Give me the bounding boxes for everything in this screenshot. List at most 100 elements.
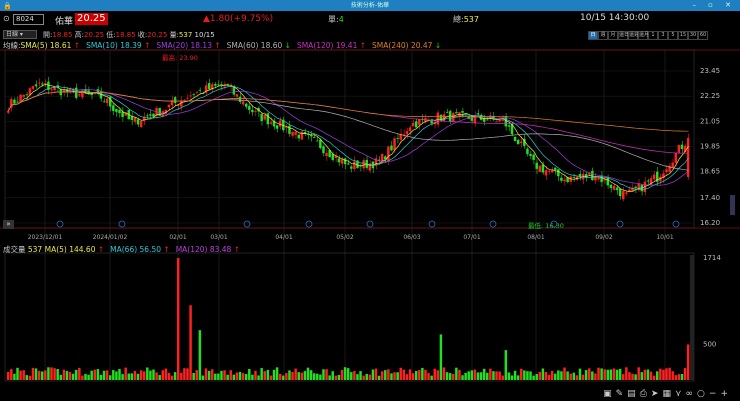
date-label: 02/01 <box>169 234 186 241</box>
volume-bar <box>427 373 430 380</box>
volume-bar <box>581 374 585 380</box>
candle <box>105 98 109 104</box>
volume-bar <box>421 367 424 380</box>
cursor-icon[interactable]: ➤ <box>651 389 663 399</box>
volume-bar <box>498 371 501 380</box>
volume-bar <box>56 369 59 380</box>
reset-icon[interactable]: ○ <box>697 389 709 399</box>
volume-bar <box>312 373 316 380</box>
print-icon[interactable]: ⎙ <box>640 389 651 399</box>
link-icon[interactable]: ∞ <box>686 389 698 399</box>
volume-bar <box>622 374 625 380</box>
event-icon <box>56 220 64 228</box>
volume-bar <box>547 374 551 380</box>
candle <box>618 188 622 197</box>
candle <box>458 112 461 116</box>
volume-bar <box>65 370 69 380</box>
candle <box>544 170 548 176</box>
volume-bar <box>34 368 38 380</box>
volume-bar <box>572 372 576 380</box>
volume-bar <box>671 371 674 380</box>
date-label: 05/02 <box>336 234 353 241</box>
candle <box>520 141 523 144</box>
volume-bar <box>455 367 458 380</box>
candle <box>529 154 532 156</box>
volume-bar <box>606 369 610 380</box>
window-icon[interactable]: ▤ <box>627 389 640 399</box>
volume-bar <box>612 368 616 380</box>
volume-bar <box>566 371 569 380</box>
volume-bar <box>668 367 671 380</box>
zoom-out-icon[interactable]: − <box>709 389 721 399</box>
price-chart[interactable]: 2023/12/01 2024/01/02 02/01 03/01 04/01 05/02… <box>0 0 740 401</box>
candle <box>167 104 171 108</box>
volume-bar <box>526 371 529 380</box>
price-tick: 21.05 <box>700 117 720 125</box>
high-annotation: 最高: 23.90 <box>162 53 198 62</box>
candle <box>625 192 628 194</box>
candle <box>312 136 316 138</box>
volume-bar <box>254 370 257 380</box>
volume-bar <box>180 373 183 380</box>
candle <box>677 145 681 153</box>
date-label: 08/01 <box>527 234 544 241</box>
volume-bar <box>544 371 548 380</box>
candle <box>507 125 511 127</box>
volume-bar <box>615 369 619 380</box>
volume-bar <box>609 369 613 380</box>
volume-bar <box>461 375 464 380</box>
price-tick: 22.25 <box>700 92 720 100</box>
volume-bar <box>130 373 134 380</box>
volume-bar <box>297 372 300 380</box>
volume-bar <box>50 367 53 380</box>
zoom-in-icon[interactable]: + <box>720 389 732 399</box>
volume-bar <box>442 367 446 380</box>
candle <box>516 139 520 145</box>
date-label: 04/01 <box>275 234 292 241</box>
candle <box>139 120 143 128</box>
candle <box>665 169 668 173</box>
candle <box>396 138 399 139</box>
candle <box>652 174 656 180</box>
volume-bar <box>164 368 168 380</box>
draw-icon[interactable]: ✎ <box>616 389 628 399</box>
candle <box>532 154 535 160</box>
volume-bar <box>251 374 254 380</box>
price-frame <box>4 49 695 229</box>
volume-bar <box>365 373 368 380</box>
volume-bar <box>201 375 205 380</box>
volume-bar <box>362 375 365 380</box>
volume-bar <box>155 372 158 380</box>
volume-bar <box>535 373 538 380</box>
candle <box>346 163 350 165</box>
candle <box>78 94 81 96</box>
grid-icon[interactable]: ▦ <box>662 389 675 399</box>
indicator-icon[interactable]: ⋎ <box>675 389 686 399</box>
date-label: 2023/12/01 <box>28 234 63 241</box>
volume-bar <box>467 371 470 380</box>
candle <box>16 101 19 103</box>
volume-bar <box>210 369 214 380</box>
volume-bar <box>40 371 44 380</box>
volume-bar <box>634 374 637 380</box>
candle <box>300 131 304 140</box>
volume-bar <box>649 371 653 380</box>
event-icon <box>243 220 251 228</box>
candle <box>461 111 464 113</box>
volume-bar <box>16 367 19 380</box>
settings-icon[interactable]: ▣ <box>603 389 616 399</box>
volume-bar <box>489 368 492 380</box>
date-label: 07/01 <box>463 234 480 241</box>
candle <box>414 121 418 128</box>
volume-bar <box>195 370 198 380</box>
date-label: 10/01 <box>656 234 673 241</box>
volume-bar <box>628 372 631 380</box>
volume-bar <box>554 373 557 380</box>
volume-bar <box>186 368 189 380</box>
volume-bar <box>328 375 331 380</box>
volume-bar <box>173 372 177 380</box>
candle <box>44 82 47 84</box>
expand-button[interactable]: » <box>3 220 14 229</box>
volume-bar <box>121 374 124 380</box>
candle <box>25 94 29 96</box>
